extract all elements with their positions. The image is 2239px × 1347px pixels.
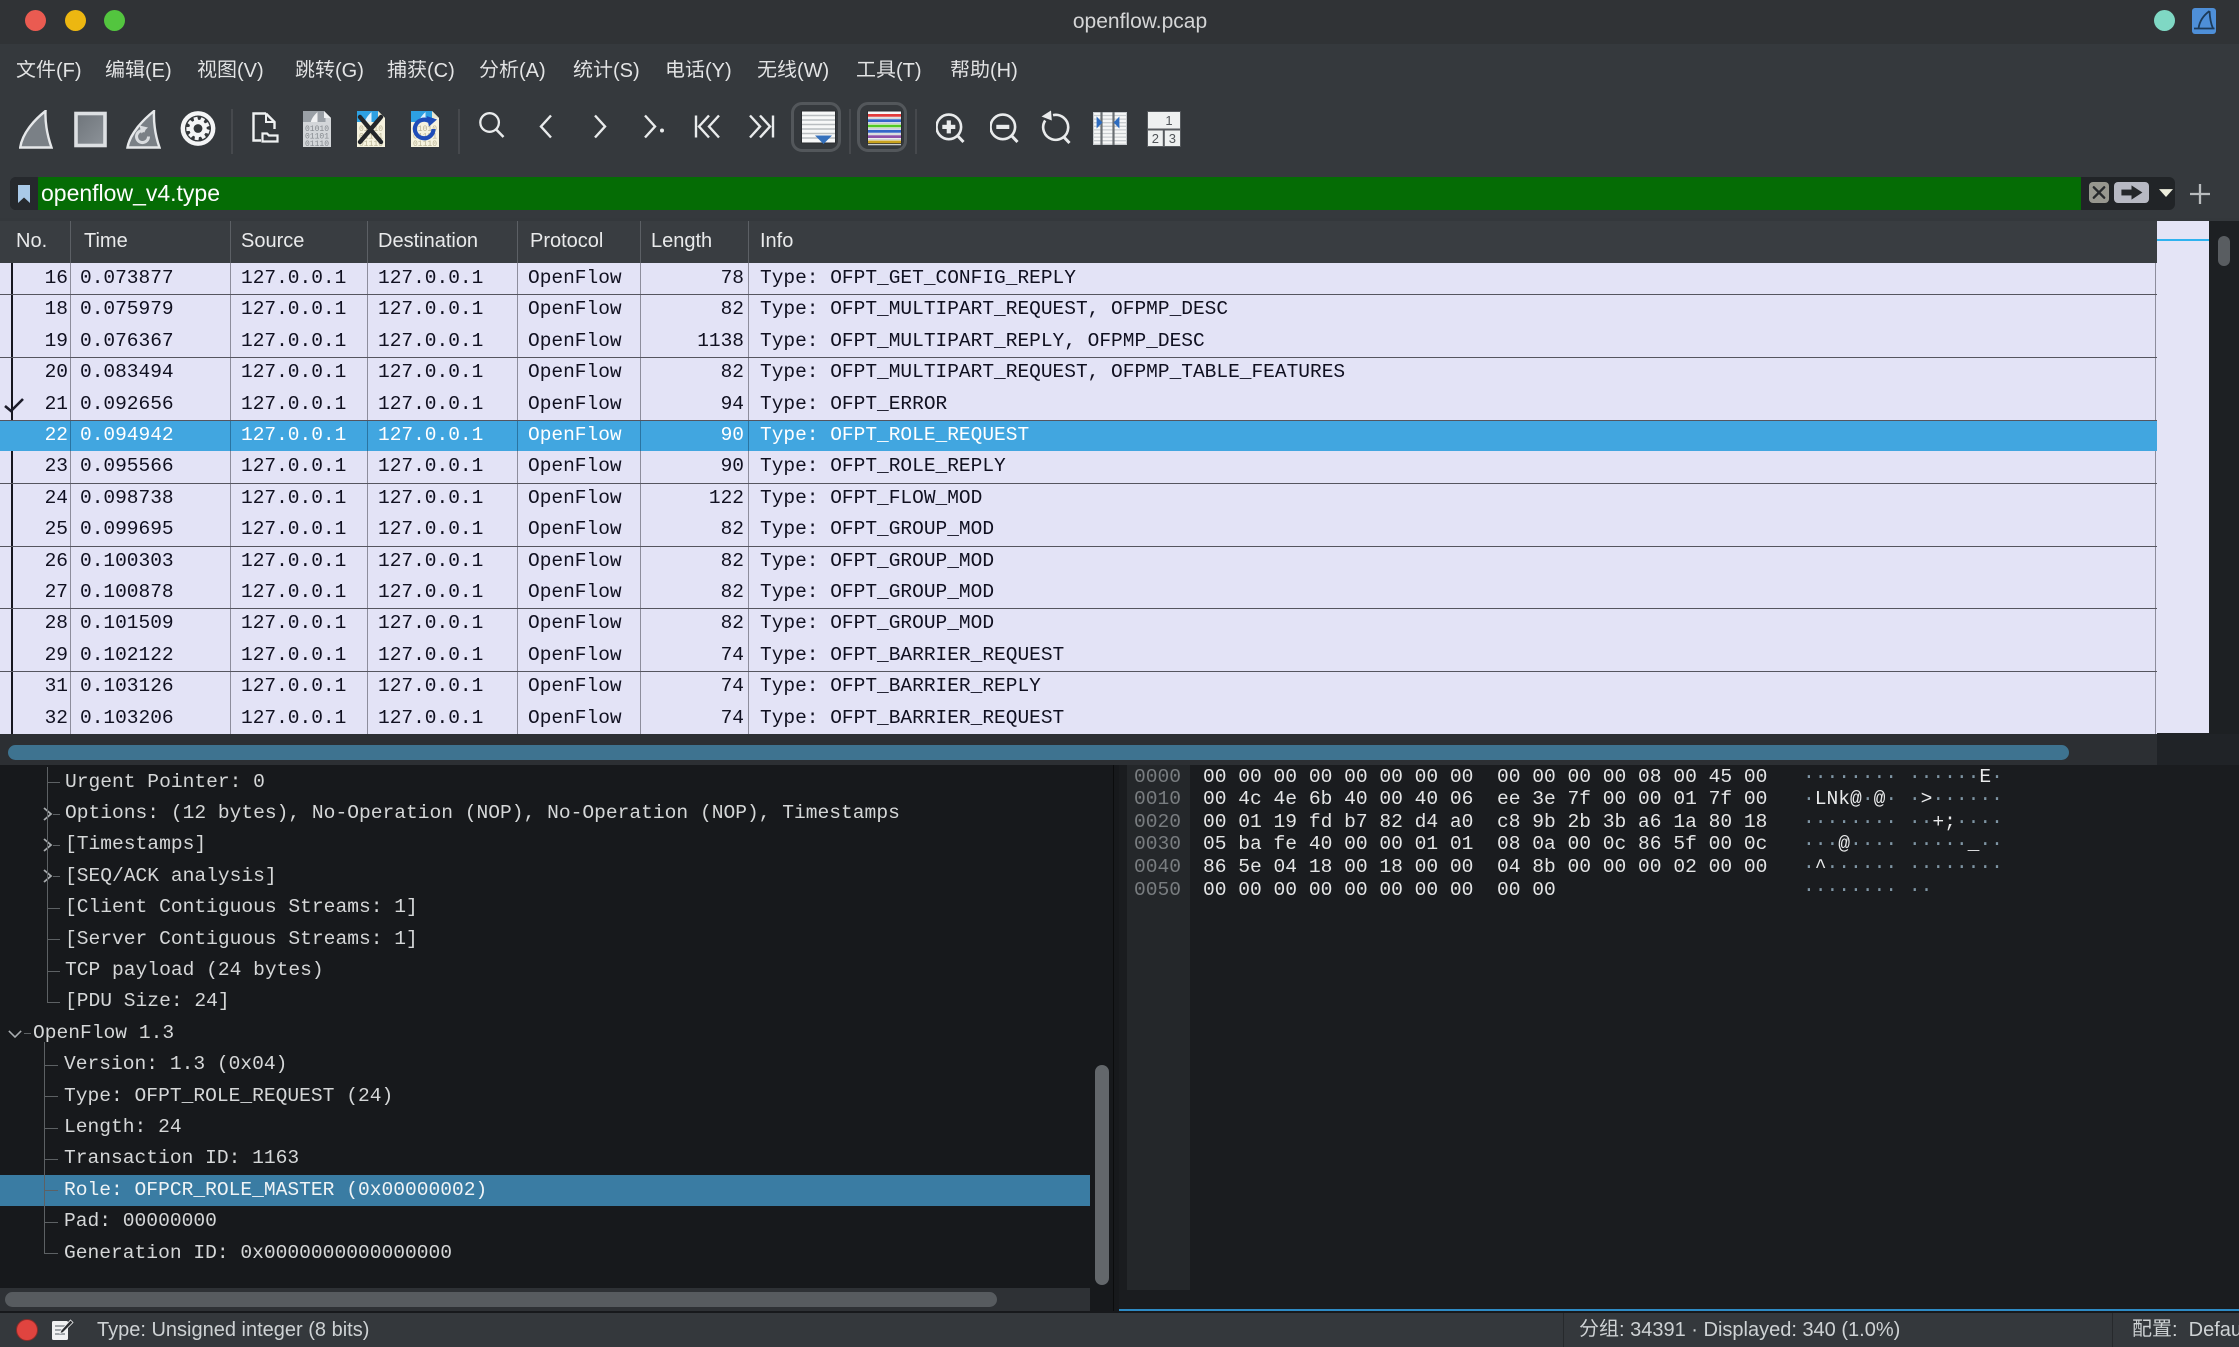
svg-text:01110: 01110: [305, 140, 329, 148]
svg-text:2: 2: [1152, 131, 1159, 146]
svg-text:3: 3: [1169, 131, 1176, 146]
svg-text:01110: 01110: [413, 140, 437, 148]
svg-text:1: 1: [1165, 113, 1172, 128]
